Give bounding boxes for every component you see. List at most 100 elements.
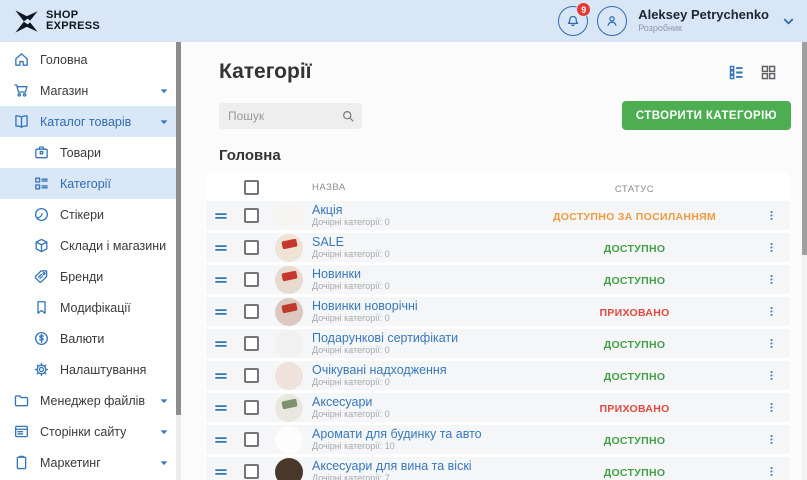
row-checkbox[interactable] [244,400,259,415]
page-scrollbar-thumb[interactable] [802,42,807,255]
category-name-link[interactable]: Подарункові сертифікати [312,332,517,345]
table-row: Новинки Дочірні категорії: 0 ДОСТУПНО [206,265,790,294]
status-badge: ДОСТУПНО [604,467,666,479]
sidebar-item-pages[interactable]: Сторінки сайту [0,416,181,447]
status-badge: ПРИХОВАНО [599,403,669,415]
row-checkbox[interactable] [244,336,259,351]
drag-handle-icon[interactable] [213,240,229,256]
categories-icon [33,175,50,192]
search-icon [341,109,355,123]
row-menu-button[interactable] [764,368,779,383]
table-row: Аромати для будинку та авто Дочірні кате… [206,425,790,454]
children-count: Дочірні категорії: 0 [312,345,517,355]
folder-icon [13,392,30,409]
category-name-link[interactable]: Новинки новорічні [312,300,517,313]
row-menu-button[interactable] [764,432,779,447]
drag-handle-icon[interactable] [213,432,229,448]
user-avatar[interactable] [597,6,627,36]
select-all-checkbox[interactable] [244,180,259,195]
children-count: Дочірні категорії: 0 [312,377,517,387]
row-checkbox[interactable] [244,272,259,287]
sidebar-item-sticker[interactable]: Стікери [0,199,181,230]
row-checkbox[interactable] [244,464,259,479]
children-count: Дочірні категорії: 0 [312,217,517,227]
sidebar-item-currency[interactable]: Валюти [0,323,181,354]
row-checkbox[interactable] [244,432,259,447]
drag-handle-icon[interactable] [213,400,229,416]
sidebar-item-home[interactable]: Головна [0,44,181,75]
pages-icon [13,423,30,440]
table-row: SALE Дочірні категорії: 0 ДОСТУПНО [206,233,790,262]
grid-view-toggle[interactable] [760,64,777,81]
chevron-down-icon [159,86,169,96]
person-icon [604,13,620,29]
chevron-down-icon [159,458,169,468]
drag-handle-icon[interactable] [213,464,229,480]
status-badge: ДОСТУПНО [604,371,666,383]
row-menu-button[interactable] [764,464,779,479]
section-title: Головна [219,147,791,164]
sidebar-item-brand-tag[interactable]: Бренди [0,261,181,292]
sidebar-item-categories[interactable]: Категорії [0,168,181,199]
sidebar-scrollbar-thumb[interactable] [176,42,181,415]
package-icon [33,144,50,161]
page-title: Категорії [219,60,312,84]
category-image [275,266,303,294]
row-menu-button[interactable] [764,400,779,415]
sidebar-item-cart[interactable]: Магазин [0,75,181,106]
drag-handle-icon[interactable] [213,304,229,320]
children-count: Дочірні категорії: 0 [312,281,517,291]
sidebar-item-gear[interactable]: Налаштування [0,354,181,385]
sidebar-item-package[interactable]: Товари [0,137,181,168]
sidebar-item-clipboard[interactable]: Маркетинг [0,447,181,478]
drag-handle-icon[interactable] [213,208,229,224]
sidebar-item-bookmark[interactable]: Модифікації [0,292,181,323]
chevron-down-icon [159,396,169,406]
category-name-link[interactable]: Аксесуари для вина та віскі [312,460,517,473]
notifications-button[interactable]: 9 [558,6,588,36]
drag-handle-icon[interactable] [213,368,229,384]
user-info: Aleksey Petrychenko Розробник [638,8,769,33]
sidebar-scrollbar[interactable] [176,42,181,480]
main-content: Категорії [181,42,807,480]
page-scrollbar[interactable] [802,42,807,480]
category-name-link[interactable]: Аксесуари [312,396,517,409]
search-input[interactable] [228,109,341,123]
category-name-link[interactable]: Очікувані надходження [312,364,517,377]
row-menu-button[interactable] [764,240,779,255]
list-view-toggle[interactable] [728,64,745,81]
category-name-link[interactable]: Аромати для будинку та авто [312,428,517,441]
currency-icon [33,330,50,347]
sidebar-item-folder[interactable]: Менеджер файлів [0,385,181,416]
category-name-link[interactable]: Новинки [312,268,517,281]
sidebar-item-book[interactable]: Каталог товарів [0,106,181,137]
row-menu-button[interactable] [764,208,779,223]
sidebar-item-warehouse[interactable]: Склади і магазини [0,230,181,261]
chevron-down-icon [159,427,169,437]
category-image [275,394,303,422]
user-menu-chevron-icon[interactable] [782,15,795,28]
row-menu-button[interactable] [764,304,779,319]
category-name-link[interactable]: SALE [312,236,517,249]
row-checkbox[interactable] [244,304,259,319]
table-header: НАЗВА СТАТУС [206,174,790,201]
column-header-name: НАЗВА [312,182,517,193]
row-menu-button[interactable] [764,272,779,287]
row-checkbox[interactable] [244,368,259,383]
drag-handle-icon[interactable] [213,336,229,352]
category-image [275,458,303,480]
row-menu-button[interactable] [764,336,779,351]
book-icon [13,113,30,130]
children-count: Дочірні категорії: 10 [312,441,517,451]
row-checkbox[interactable] [244,208,259,223]
drag-handle-icon[interactable] [213,272,229,288]
shop-express-logo: SHOP EXPRESS [14,9,100,34]
category-name-link[interactable]: Акція [312,204,517,217]
category-image [275,298,303,326]
row-checkbox[interactable] [244,240,259,255]
status-badge: ДОСТУПНО [604,435,666,447]
status-badge: ДОСТУПНО ЗА ПОСИЛАННЯМ [553,211,716,223]
create-category-button[interactable]: СТВОРИТИ КАТЕГОРІЮ [622,101,791,130]
brand-tag-icon [33,268,50,285]
status-badge: ДОСТУПНО [604,243,666,255]
